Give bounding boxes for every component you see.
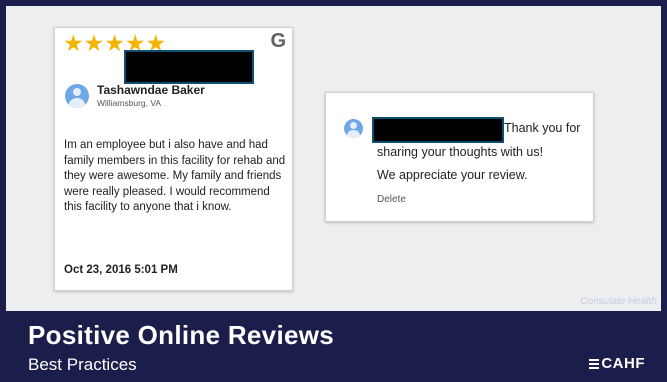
review-date: Oct 23, 2016 5:01 PM	[64, 264, 178, 276]
google-icon: G	[270, 30, 286, 52]
slide-title: Positive Online Reviews	[28, 320, 335, 350]
footer-banner: Positive Online Reviews Best Practices C…	[0, 311, 667, 382]
reply-text-line-2: sharing your thoughts with us!	[377, 145, 544, 159]
cahf-logo: CAHF	[589, 355, 645, 372]
logo-bars-icon	[589, 358, 600, 369]
logo-text: CAHF	[601, 355, 645, 372]
reply-text-line-3: We appreciate your review.	[377, 168, 528, 182]
owner-avatar-icon	[344, 119, 363, 138]
google-review-card: ★★★★★ G Tashawndae Baker Williamsburg, V…	[54, 27, 293, 291]
delete-link[interactable]: Delete	[377, 194, 406, 205]
reviewer-location: Williamsburg, VA	[97, 98, 162, 108]
reply-text-line-1: Thank you for	[504, 121, 581, 135]
reviewer-avatar-icon	[65, 84, 89, 108]
reviewer-name: Tashawndae Baker	[97, 83, 205, 97]
slide-subtitle: Best Practices	[28, 355, 137, 374]
watermark: Consulate Health	[580, 296, 657, 307]
redaction-box	[372, 117, 504, 143]
owner-reply-card: Thank you for sharing your thoughts with…	[325, 92, 594, 222]
redaction-box	[124, 50, 254, 84]
review-text: Im an employee but i also have and had f…	[64, 139, 286, 213]
